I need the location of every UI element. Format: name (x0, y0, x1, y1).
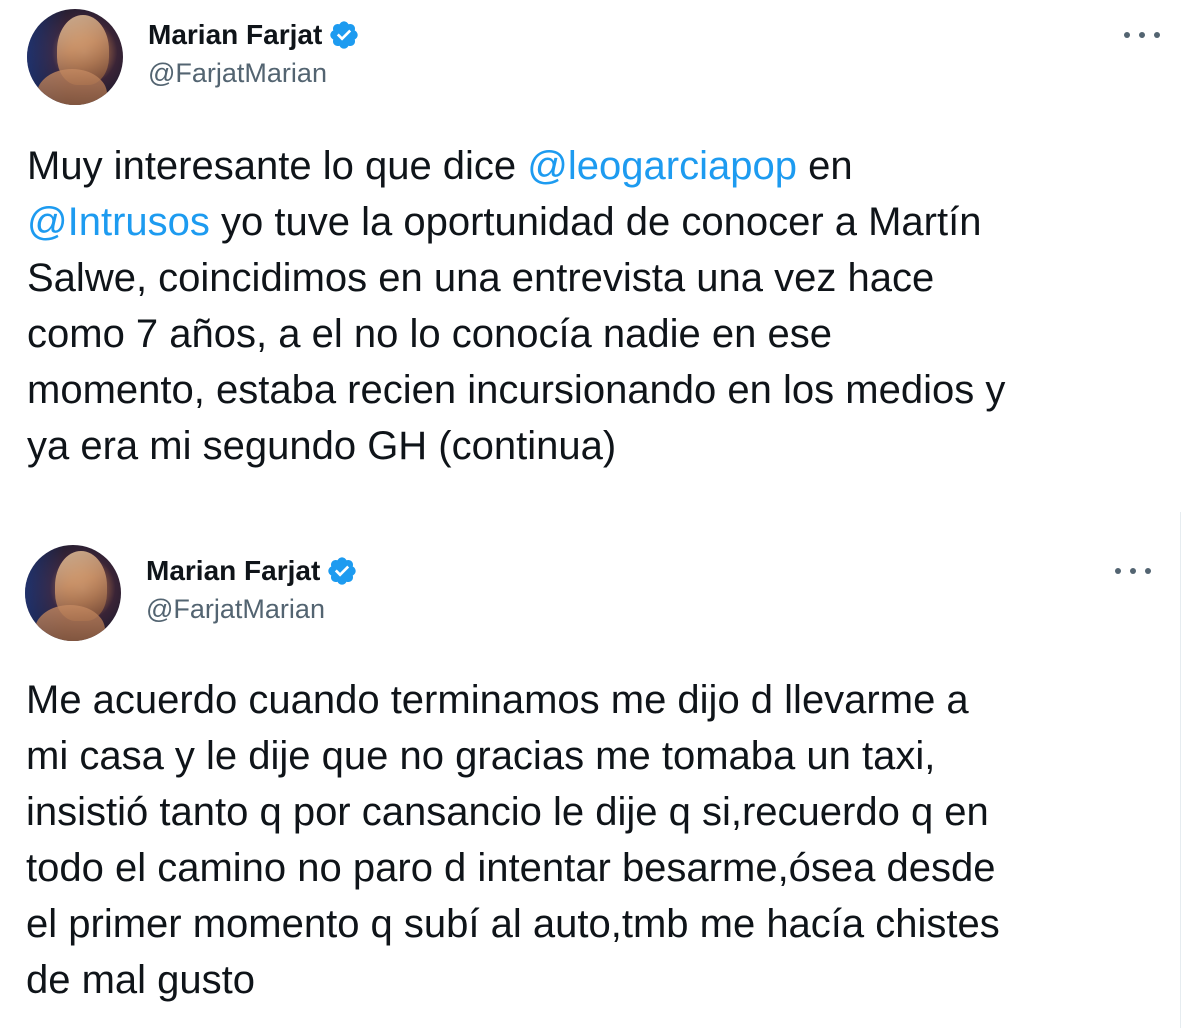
tweet-text-segment: ya era mi segundo GH (continua) (27, 424, 617, 468)
column-border (1180, 512, 1181, 1028)
tweet-text-line: Muy interesante lo que dice @leogarciapo… (27, 138, 1177, 194)
tweet-text-segment: Muy interesante lo que dice (27, 144, 528, 188)
verified-badge-icon (330, 21, 358, 49)
tweet-text-segment: mi casa y le dije que no gracias me toma… (26, 734, 936, 778)
tweet-text-line: como 7 años, a el no lo conocía nadie en… (27, 306, 1177, 362)
tweet-text-line: Me acuerdo cuando terminamos me dijo d l… (26, 672, 1176, 728)
tweet-text-line: mi casa y le dije que no gracias me toma… (26, 728, 1176, 784)
tweet-text-segment: el primer momento q subí al auto,tmb me … (26, 902, 1000, 946)
more-horizontal-icon[interactable] (1115, 561, 1151, 581)
tweet-text-segment: Salwe, coincidimos en una entrevista una… (27, 256, 935, 300)
tweet-text-segment: como 7 años, a el no lo conocía nadie en… (27, 312, 832, 356)
more-horizontal-icon[interactable] (1124, 25, 1160, 45)
tweet-text-segment: yo tuve la oportunidad de conocer a Mart… (209, 200, 982, 244)
verified-badge-icon (328, 557, 356, 585)
more-dot (1145, 568, 1151, 574)
tweet-text-line: ya era mi segundo GH (continua) (27, 418, 1177, 474)
tweet-text-segment: Me acuerdo cuando terminamos me dijo d l… (26, 678, 969, 722)
tweet-text-segment: momento, estaba recien incursionando en … (27, 368, 1006, 412)
tweet-text-line: Salwe, coincidimos en una entrevista una… (27, 250, 1177, 306)
tweet-text-line: momento, estaba recien incursionando en … (27, 362, 1177, 418)
more-dot (1124, 32, 1130, 38)
tweet[interactable]: Marian Farjat @FarjatMarian Muy interesa… (0, 0, 1200, 512)
author-display-name[interactable]: Marian Farjat (148, 19, 322, 51)
tweet-text-segment: de mal gusto (26, 958, 256, 1002)
author-name-row[interactable]: Marian Farjat (148, 18, 360, 52)
tweet[interactable]: Marian Farjat @FarjatMarian Me acuerdo c… (0, 512, 1200, 1028)
tweet-text-line: @Intrusos yo tuve la oportunidad de cono… (27, 194, 1177, 250)
author-handle[interactable]: @FarjatMarian (148, 58, 327, 89)
mention-link[interactable]: @leogarciapop (527, 144, 797, 188)
more-dot (1139, 32, 1145, 38)
author-name-row[interactable]: Marian Farjat (146, 554, 358, 588)
tweet-text: Me acuerdo cuando terminamos me dijo d l… (26, 672, 1176, 1008)
tweet-text-line: el primer momento q subí al auto,tmb me … (26, 896, 1176, 952)
author-handle[interactable]: @FarjatMarian (146, 594, 325, 625)
author-display-name[interactable]: Marian Farjat (146, 555, 320, 587)
avatar[interactable] (27, 9, 123, 105)
tweet-text-segment: en (796, 144, 853, 188)
tweet-text-segment: todo el camino no paro d intentar besarm… (26, 846, 996, 890)
tweet-text: Muy interesante lo que dice @leogarciapo… (27, 138, 1177, 474)
tweet-text-segment: insistió tanto q por cansancio le dije q… (26, 790, 989, 834)
tweet-text-line: insistió tanto q por cansancio le dije q… (26, 784, 1176, 840)
avatar[interactable] (25, 545, 121, 641)
more-dot (1115, 568, 1121, 574)
more-dot (1130, 568, 1136, 574)
mention-link[interactable]: @Intrusos (27, 200, 210, 244)
more-dot (1154, 32, 1160, 38)
tweet-text-line: todo el camino no paro d intentar besarm… (26, 840, 1176, 896)
tweet-text-line: de mal gusto (26, 952, 1176, 1008)
